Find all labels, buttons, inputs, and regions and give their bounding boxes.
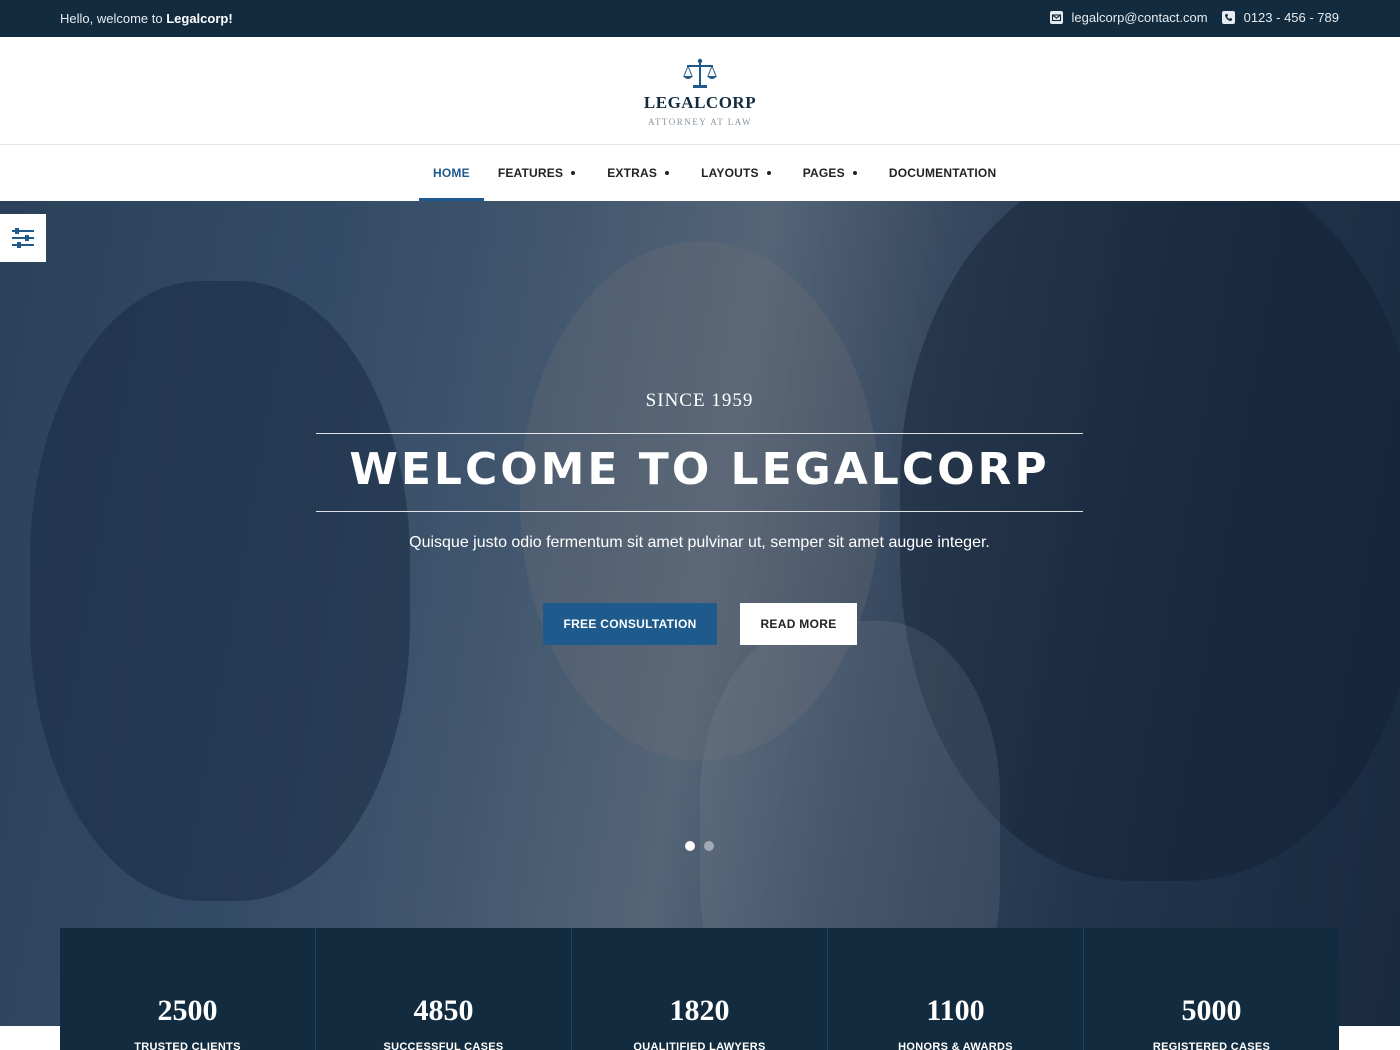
welcome-prefix: Hello, welcome to xyxy=(60,11,167,26)
email-contact[interactable]: legalcorp@contact.com xyxy=(1049,10,1208,25)
slider-pagination xyxy=(685,841,723,851)
nav-item-features[interactable]: FEATURES xyxy=(484,145,585,201)
site-header: LEGALCORP ATTORNEY AT LAW xyxy=(0,37,1400,145)
envelope-icon xyxy=(1049,11,1063,24)
scales-of-justice-icon xyxy=(683,58,717,88)
stat-label: HONORS & AWARDS xyxy=(898,1041,1013,1050)
stat-value: 1100 xyxy=(926,994,985,1027)
site-logo[interactable]: LEGALCORP ATTORNEY AT LAW xyxy=(620,57,780,127)
stat-value: 2500 xyxy=(157,994,218,1027)
phone-contact[interactable]: 0123 - 456 - 789 xyxy=(1221,10,1339,25)
stat-honors-awards: 1100 HONORS & AWARDS xyxy=(828,928,1084,1050)
slide-dot-2[interactable] xyxy=(704,841,714,851)
logo-tagline: ATTORNEY AT LAW xyxy=(647,117,753,127)
welcome-message: Hello, welcome to Legalcorp! xyxy=(60,11,233,26)
top-bar: Hello, welcome to Legalcorp! legalcorp@c… xyxy=(0,0,1400,37)
submenu-indicator-icon xyxy=(571,171,576,175)
hero-divider-bottom xyxy=(316,511,1083,512)
stat-label: QUALITIFIED LAWYERS xyxy=(633,1041,766,1050)
nav-extras-label: EXTRAS xyxy=(607,166,658,180)
phone-text[interactable]: 0123 - 456 - 789 xyxy=(1244,10,1339,25)
stat-label: TRUSTED CLIENTS xyxy=(134,1041,241,1050)
submenu-indicator-icon xyxy=(665,171,670,175)
stat-trusted-clients: 2500 TRUSTED CLIENTS xyxy=(60,928,316,1050)
stat-value: 4850 xyxy=(413,994,474,1027)
nav-pages-label: PAGES xyxy=(802,166,845,180)
hero-title: WELCOME TO LEGALCORP xyxy=(349,444,1050,495)
hero-subtitle: Quisque justo odio fermentum sit amet pu… xyxy=(409,534,990,551)
nav-layouts-label: LAYOUTS xyxy=(701,166,759,180)
slide-dot-1[interactable] xyxy=(685,841,695,851)
nav-item-documentation[interactable]: DOCUMENTATION xyxy=(875,145,1010,201)
settings-panel-toggle[interactable] xyxy=(0,214,46,262)
stat-successful-cases: 4850 SUCCESSFUL CASES xyxy=(316,928,572,1050)
phone-icon xyxy=(1221,11,1235,24)
logo-name: LEGALCORP xyxy=(643,93,757,112)
hero-kicker: SINCE 1959 xyxy=(645,390,754,411)
nav-item-layouts[interactable]: LAYOUTS xyxy=(687,145,781,201)
stat-value: 5000 xyxy=(1181,994,1242,1027)
stats-bar: 2500 TRUSTED CLIENTS 4850 SUCCESSFUL CAS… xyxy=(60,928,1339,1050)
stat-label: REGISTERED CASES xyxy=(1152,1041,1271,1050)
nav-features-label: FEATURES xyxy=(497,166,564,180)
nav-item-home[interactable]: HOME xyxy=(419,145,484,201)
free-consultation-button[interactable]: FREE CONSULTATION xyxy=(543,603,717,645)
submenu-indicator-icon xyxy=(852,171,857,175)
submenu-indicator-icon xyxy=(766,171,771,175)
welcome-brand: Legalcorp! xyxy=(166,11,233,26)
email-text[interactable]: legalcorp@contact.com xyxy=(1072,10,1208,25)
nav-home-label: HOME xyxy=(433,166,470,180)
contact-info: legalcorp@contact.com 0123 - 456 - 789 xyxy=(1036,10,1339,25)
hero-divider-top xyxy=(316,433,1083,434)
sliders-icon xyxy=(12,228,34,248)
main-navigation: HOME FEATURES EXTRAS LAYOUTS PAGES DOCUM… xyxy=(0,145,1400,201)
stat-qualified-lawyers: 1820 QUALITIFIED LAWYERS xyxy=(572,928,828,1050)
nav-documentation-label: DOCUMENTATION xyxy=(888,166,997,180)
stat-label: SUCCESSFUL CASES xyxy=(383,1041,504,1050)
read-more-button[interactable]: READ MORE xyxy=(740,603,857,645)
stat-value: 1820 xyxy=(669,994,730,1027)
stat-registered-cases: 5000 REGISTERED CASES xyxy=(1084,928,1339,1050)
nav-item-pages[interactable]: PAGES xyxy=(789,145,867,201)
nav-item-extras[interactable]: EXTRAS xyxy=(593,145,679,201)
